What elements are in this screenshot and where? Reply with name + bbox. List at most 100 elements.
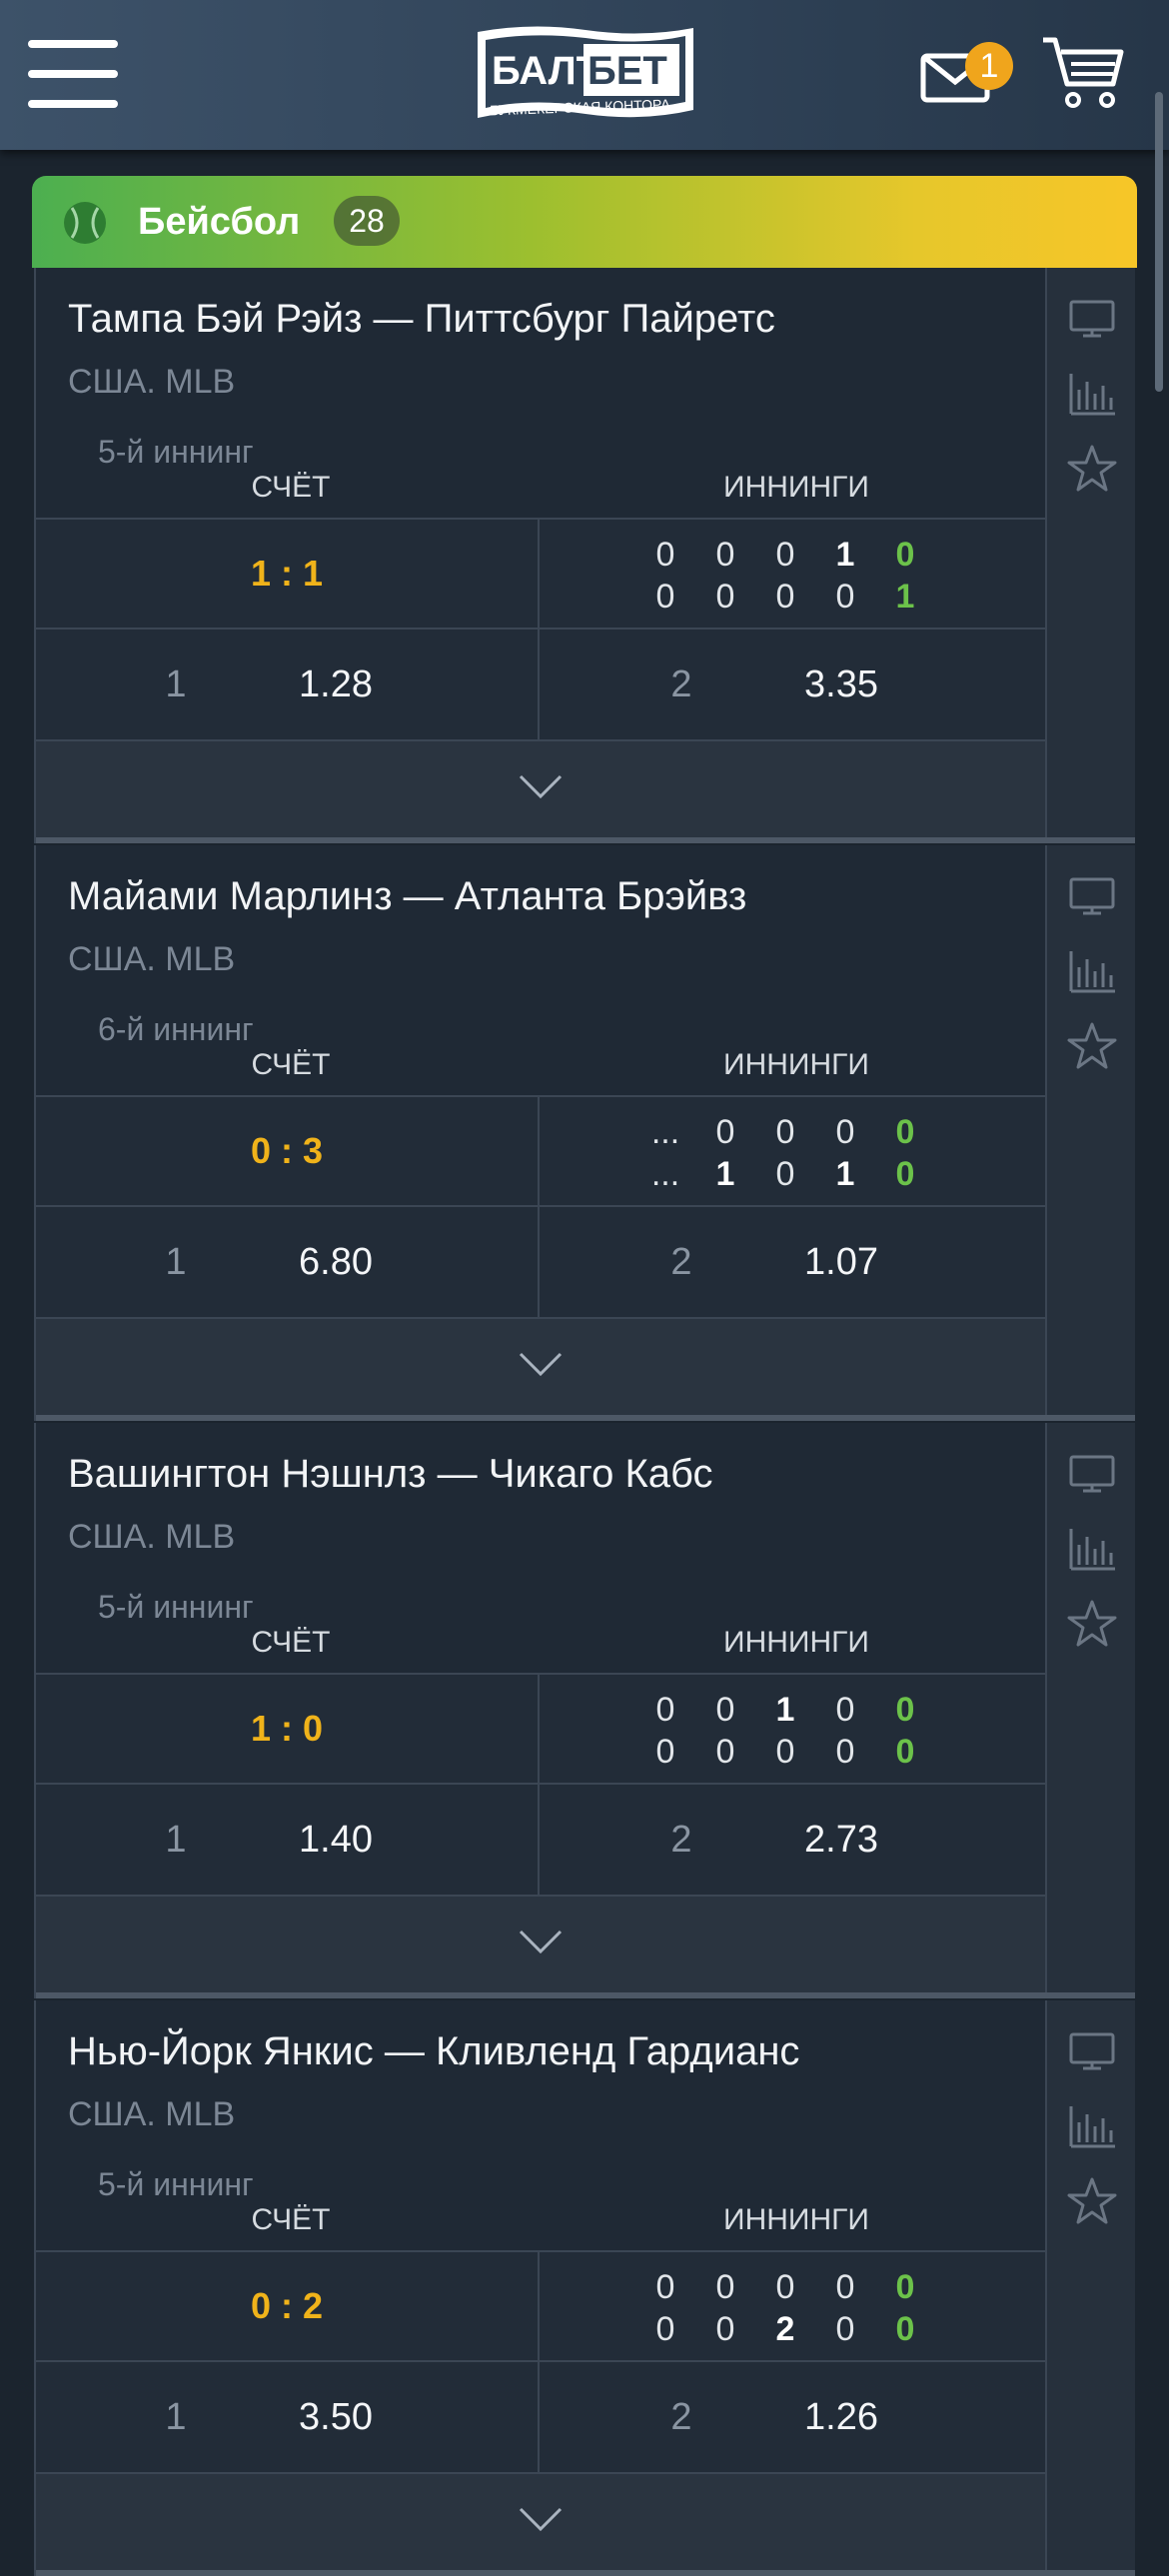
event-card[interactable]: Тампа Бэй Рэйз — Питтсбург Пайретс США. … [34, 268, 1135, 843]
innings-grid: ... 0 0 0 0 ... 1 0 1 0 [645, 1111, 995, 1195]
score-row: 0 : 2 0 0 0 0 0 0 0 2 0 0 [36, 2250, 1045, 2362]
expand-markets-button[interactable] [36, 1319, 1045, 1415]
baltbet-logo[interactable]: БАЛТ БЕТ БУКМЕКЕРСКАЯ КОНТОРА [472, 18, 699, 130]
inning-value: 0 [775, 1155, 795, 1193]
event-actions [1045, 845, 1135, 1421]
odd-label: 1 [165, 1819, 187, 1861]
event-card[interactable]: Майами Марлинз — Атланта Брэйвз США. MLB… [34, 845, 1135, 1421]
inning-value: 0 [715, 2310, 735, 2348]
event-league: США. MLB [68, 2095, 236, 2133]
inning-value: ... [650, 1155, 680, 1193]
odd-button-home[interactable]: 1 1.28 [36, 630, 540, 739]
odd-value: 3.50 [299, 2396, 373, 2438]
statistics-icon[interactable] [1065, 2102, 1119, 2152]
favorite-star-icon[interactable] [1065, 2176, 1119, 2226]
statistics-icon[interactable] [1065, 1525, 1119, 1575]
sport-header-baseball[interactable]: Бейсбол 28 [32, 176, 1137, 268]
expand-markets-button[interactable] [36, 1897, 1045, 1992]
expand-markets-button[interactable] [36, 2474, 1045, 2570]
cart-icon[interactable] [1039, 34, 1125, 114]
inning-value: 0 [775, 536, 795, 574]
odd-value: 1.07 [804, 1241, 878, 1283]
mail-count-badge: 1 [965, 42, 1013, 90]
odd-button-away[interactable]: 2 1.26 [542, 2362, 1045, 2472]
event-teams[interactable]: Тампа Бэй Рэйз — Питтсбург Пайретс [68, 292, 775, 346]
odd-button-away[interactable]: 2 3.35 [542, 630, 1045, 739]
tv-broadcast-icon[interactable] [1065, 1449, 1119, 1499]
innings-row-bottom: ... 1 0 1 0 [645, 1153, 995, 1195]
odd-label: 1 [165, 663, 187, 705]
event-body[interactable]: Тампа Бэй Рэйз — Питтсбург Пайретс США. … [36, 268, 1045, 843]
inning-value: 0 [835, 2268, 855, 2306]
event-teams[interactable]: Вашингтон Нэшнлз — Чикаго Кабс [68, 1447, 712, 1501]
odd-label: 2 [670, 663, 692, 705]
event-card[interactable]: Вашингтон Нэшнлз — Чикаго Кабс США. MLB … [34, 1423, 1135, 1998]
event-league: США. MLB [68, 363, 236, 401]
event-teams[interactable]: Майами Марлинз — Атланта Брэйвз [68, 869, 746, 923]
event-league: США. MLB [68, 940, 236, 978]
baseball-icon [64, 202, 106, 244]
odds-row: 1 3.50 2 1.26 [36, 2362, 1045, 2474]
innings-header: ИННИНГИ [723, 2203, 869, 2236]
innings-grid: 0 0 0 0 0 0 0 2 0 0 [645, 2266, 995, 2350]
event-actions [1045, 1423, 1135, 1998]
statistics-icon[interactable] [1065, 947, 1119, 997]
score-header: СЧЁТ [251, 2203, 331, 2236]
statistics-icon[interactable] [1065, 370, 1119, 420]
odd-button-home[interactable]: 1 6.80 [36, 1207, 540, 1317]
innings-row-top: 0 0 0 0 0 [645, 2266, 995, 2308]
innings-grid: 0 0 1 0 0 0 0 0 0 0 [645, 1689, 995, 1773]
tv-broadcast-icon[interactable] [1065, 2026, 1119, 2076]
odds-row: 1 1.28 2 3.35 [36, 630, 1045, 741]
expand-markets-button[interactable] [36, 741, 1045, 837]
inning-value: 0 [715, 1113, 735, 1151]
favorite-star-icon[interactable] [1065, 444, 1119, 494]
hamburger-menu-icon[interactable] [28, 40, 122, 110]
event-card[interactable]: Нью-Йорк Янкис — Кливленд Гардианс США. … [34, 2000, 1135, 2576]
odd-label: 2 [670, 2396, 692, 2438]
favorite-star-icon[interactable] [1065, 1599, 1119, 1649]
scrollbar[interactable] [1155, 92, 1163, 392]
odd-label: 1 [165, 2396, 187, 2438]
odd-label: 2 [670, 1241, 692, 1283]
inning-value: 1 [835, 536, 855, 574]
innings-header: ИННИНГИ [723, 1626, 869, 1659]
event-body[interactable]: Вашингтон Нэшнлз — Чикаго Кабс США. MLB … [36, 1423, 1045, 1998]
event-body[interactable]: Майами Марлинз — Атланта Брэйвз США. MLB… [36, 845, 1045, 1421]
odd-value: 2.73 [804, 1819, 878, 1861]
odd-button-home[interactable]: 1 3.50 [36, 2362, 540, 2472]
odd-label: 1 [165, 1241, 187, 1283]
odd-button-away[interactable]: 2 2.73 [542, 1785, 1045, 1895]
event-league: США. MLB [68, 1518, 236, 1556]
inning-value: 0 [655, 2268, 675, 2306]
event-score: 0 : 2 [36, 2252, 540, 2360]
score-header: СЧЁТ [251, 471, 331, 504]
sport-title: Бейсбол [138, 201, 301, 243]
innings-row-bottom: 0 0 0 0 1 [645, 576, 995, 618]
inning-value: 0 [715, 1733, 735, 1771]
chevron-down-icon [519, 1352, 563, 1377]
odd-button-away[interactable]: 2 1.07 [542, 1207, 1045, 1317]
inning-value: 2 [775, 2310, 795, 2348]
odd-value: 1.26 [804, 2396, 878, 2438]
score-header: СЧЁТ [251, 1048, 331, 1081]
odd-button-home[interactable]: 1 1.40 [36, 1785, 540, 1895]
score-row: 1 : 0 0 0 1 0 0 0 0 0 0 0 [36, 1673, 1045, 1785]
card-divider [36, 837, 1135, 843]
tv-broadcast-icon[interactable] [1065, 871, 1119, 921]
innings-grid: 0 0 0 1 0 0 0 0 0 1 [645, 534, 995, 618]
inning-value: 0 [715, 2268, 735, 2306]
event-teams[interactable]: Нью-Йорк Янкис — Кливленд Гардианс [68, 2024, 799, 2078]
event-body[interactable]: Нью-Йорк Янкис — Кливленд Гардианс США. … [36, 2000, 1045, 2576]
tv-broadcast-icon[interactable] [1065, 294, 1119, 344]
innings-row-bottom: 0 0 2 0 0 [645, 2308, 995, 2350]
favorite-star-icon[interactable] [1065, 1021, 1119, 1071]
inning-value: 0 [835, 1733, 855, 1771]
inning-value: 0 [655, 578, 675, 616]
odds-row: 1 6.80 2 1.07 [36, 1207, 1045, 1319]
innings-header: ИННИНГИ [723, 1048, 869, 1081]
odds-row: 1 1.40 2 2.73 [36, 1785, 1045, 1897]
innings-header: ИННИНГИ [723, 471, 869, 504]
inning-value: 0 [655, 536, 675, 574]
inning-value: 0 [655, 2310, 675, 2348]
